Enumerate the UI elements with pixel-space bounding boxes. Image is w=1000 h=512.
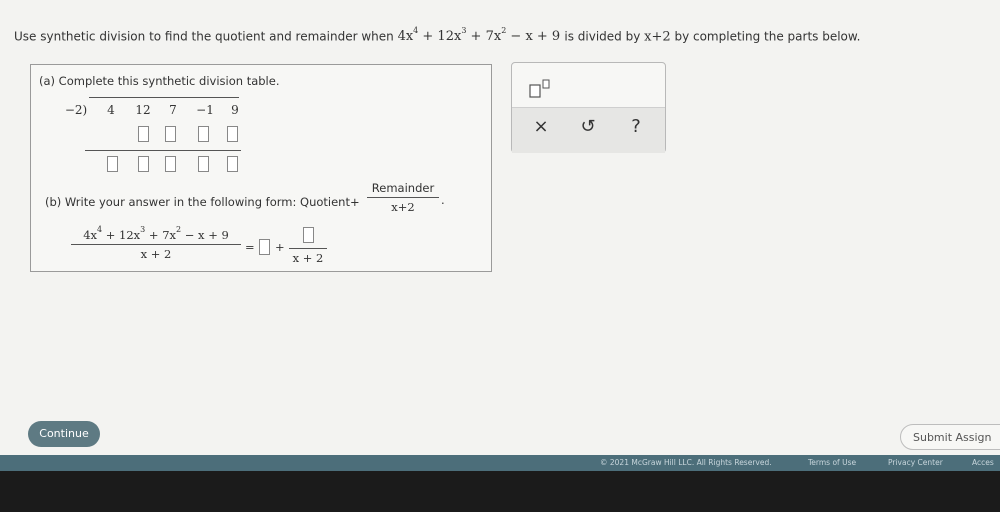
- sd-bracket: [89, 97, 239, 98]
- question-text: Use synthetic division to find the quoti…: [14, 26, 861, 45]
- part-a-label: (a) Complete this synthetic division tab…: [39, 74, 280, 88]
- part-b-label: (b) Write your answer in the following f…: [45, 195, 360, 209]
- form-fraction: Remainder x+2: [367, 181, 439, 214]
- continue-button[interactable]: Continue: [28, 421, 100, 447]
- sd-divisor: −2): [64, 103, 88, 117]
- privacy-link[interactable]: Privacy Center: [888, 455, 943, 471]
- terms-link[interactable]: Terms of Use: [808, 455, 856, 471]
- accessibility-link[interactable]: Acces: [972, 455, 994, 471]
- clear-icon[interactable]: ×: [529, 116, 553, 137]
- dividend-polynomial: 4x4 + 12x3 + 7x2 − x + 9: [397, 26, 561, 45]
- sd-bottom-box-2[interactable]: [138, 156, 149, 172]
- undo-icon[interactable]: ↺: [576, 116, 600, 137]
- sd-bottom-box-4[interactable]: [198, 156, 209, 172]
- sd-bottom-box-remainder[interactable]: [227, 156, 238, 172]
- quotient-input-box[interactable]: [259, 239, 270, 255]
- sd-coef-3: 7: [169, 103, 177, 117]
- equals-sign: =: [245, 240, 255, 254]
- sd-bottom-box-1[interactable]: [107, 156, 118, 172]
- page-body: Use synthetic division to find the quoti…: [0, 0, 1000, 455]
- question-prefix: Use synthetic division to find the quoti…: [14, 29, 394, 44]
- sd-mid-box-4[interactable]: [227, 126, 238, 142]
- copyright-text: © 2021 McGraw Hill LLC. All Rights Reser…: [600, 458, 772, 467]
- sd-coef-4: −1: [196, 103, 214, 117]
- footer-bar: © 2021 McGraw Hill LLC. All Rights Reser…: [0, 455, 1000, 471]
- exponent-template-icon[interactable]: [529, 79, 551, 99]
- plus-sign: +: [275, 240, 285, 254]
- sd-coef-5: 9: [231, 103, 239, 117]
- sd-mid-box-1[interactable]: [138, 126, 149, 142]
- remainder-input-box[interactable]: [302, 227, 314, 243]
- sd-mid-box-2[interactable]: [165, 126, 176, 142]
- form-period: .: [441, 193, 445, 207]
- sd-mid-box-3[interactable]: [198, 126, 209, 142]
- math-toolbox: × ↺ ?: [511, 62, 666, 153]
- help-icon[interactable]: ?: [624, 116, 648, 137]
- question-mid: is divided by: [564, 29, 641, 44]
- rhs-fraction: x + 2: [289, 227, 327, 265]
- lhs-fraction: 4x4 + 12x3 + 7x2 − x + 9 x + 2: [71, 225, 241, 261]
- bottom-frame: [0, 471, 1000, 512]
- question-suffix: by completing the parts below.: [674, 29, 861, 44]
- sd-coef-2: 12: [135, 103, 151, 117]
- submit-assignment-button[interactable]: Submit Assign: [900, 424, 1000, 450]
- sd-coef-1: 4: [107, 103, 115, 117]
- sd-divider-line: [85, 150, 241, 151]
- sd-bottom-box-3[interactable]: [165, 156, 176, 172]
- divisor-expression: x+2: [644, 29, 671, 45]
- answer-panel: (a) Complete this synthetic division tab…: [30, 64, 492, 272]
